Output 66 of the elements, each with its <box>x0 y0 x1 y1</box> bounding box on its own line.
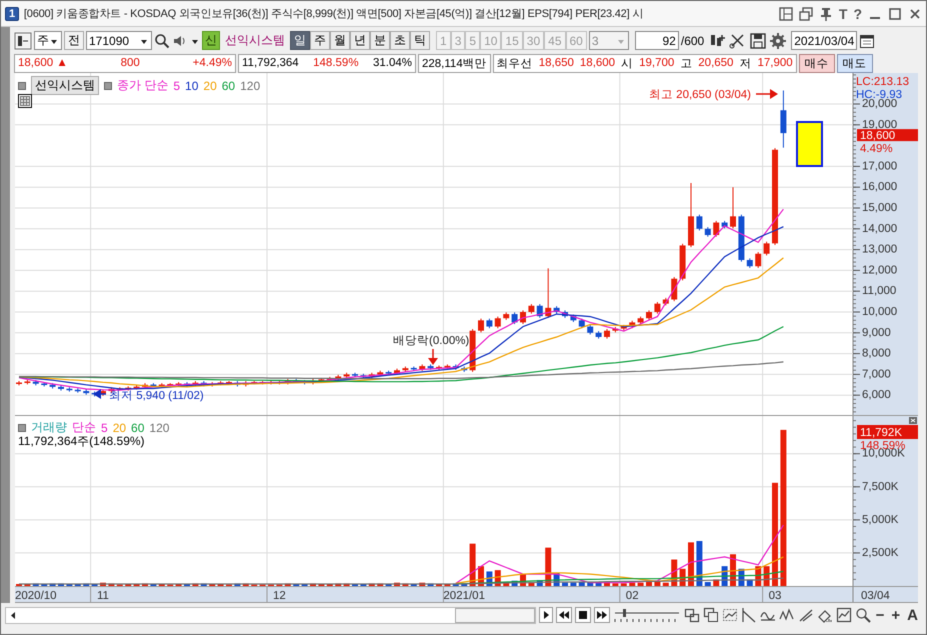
date-label: 11 <box>97 590 109 602</box>
axis-label: 15,000 <box>862 202 898 214</box>
axis-label: 7,500K <box>862 480 898 493</box>
date-label: 2020/10 <box>15 590 57 602</box>
quote-value: 최우선 <box>496 56 533 70</box>
axis-label: 2,500K <box>862 546 898 559</box>
volume-tag: 11,792K <box>857 425 918 439</box>
date-label: 2021/01 <box>443 590 485 602</box>
lc-label: LC:213.13 <box>856 76 910 88</box>
quote-value: 11,792,364 <box>242 57 299 69</box>
count-max: /600 <box>680 34 704 48</box>
quote-value: 시 <box>621 56 634 70</box>
ma-period-label: 120 <box>149 420 170 434</box>
ma-period-label: 10 <box>185 78 198 92</box>
quote-value: 18,650 <box>538 57 574 69</box>
axis-label: 10,000 <box>862 306 898 318</box>
ma-period-label: 120 <box>240 78 260 92</box>
quote-value: 17,900 <box>757 57 793 69</box>
quote-value: 800 <box>120 57 140 69</box>
ma-period-label: 5 <box>173 78 180 92</box>
low-price-label: 최저 5,940 (11/02) <box>109 390 204 402</box>
axis-label: 5,000K <box>862 514 898 526</box>
axis-label: 20,000 <box>862 98 898 110</box>
cursor-date: 03/04 <box>861 590 890 602</box>
dividend-label: 배당락(0.00%) <box>393 335 470 347</box>
quote-value: 고 <box>680 56 692 70</box>
axis-label: 6,000 <box>862 389 891 402</box>
quote-value: 18,600 <box>580 57 616 69</box>
axis-label: 16,000 <box>862 181 898 194</box>
axis-label: 13,000 <box>862 244 898 256</box>
quote-value: 18,600 ▲ <box>18 57 68 69</box>
quote-value: 148.59% <box>313 57 359 69</box>
change-label: 4.49% <box>860 143 893 156</box>
quote-value: 저 <box>739 56 752 70</box>
ma-source-label: 종가 단순 <box>117 77 168 94</box>
quote-value: 31.04% <box>372 57 412 69</box>
axis-label: 14,000 <box>862 222 898 235</box>
axis-label: 7,000 <box>862 368 891 380</box>
ma-method-label: 단순 <box>72 419 96 436</box>
quote-value: +4.49% <box>192 57 232 69</box>
axis-label: 11,000 <box>862 285 896 298</box>
axis-label: 9,000 <box>862 326 891 339</box>
volume-label: 거래량 <box>31 419 67 436</box>
signal-badge: 신 <box>202 31 220 50</box>
quote-value: 228,114백만 <box>422 56 487 70</box>
quote-value: 20,650 <box>698 57 734 69</box>
ma-period-label: 20 <box>112 420 126 434</box>
axis-label: 19,000 <box>862 118 898 131</box>
ma-period-label: 60 <box>131 420 144 434</box>
date-label: 03 <box>768 590 782 602</box>
ma-period-label: 60 <box>222 78 236 92</box>
price-tag: 18,600 <box>857 129 918 142</box>
high-price-label: 최고 20,650 (03/04) <box>648 89 751 101</box>
stock-name: 선익시스템 <box>224 32 286 49</box>
axis-label: 17,000 <box>862 160 898 172</box>
date-label: 12 <box>273 590 286 602</box>
ma-period-label: 5 <box>101 420 108 434</box>
axis-label: 10,000K <box>862 448 905 460</box>
date-label: 02 <box>626 590 639 602</box>
window-title: [0600] 키움종합차트 - KOSDAQ 외국인보유[36(천)] 주식수[8,999(천)] 액면[500] 자본금[45(억)] 결산[12월] EPS[794] PER[23.42] 시 <box>24 7 644 21</box>
window-number-badge: 1 <box>5 6 19 20</box>
volume-reading: 11,792,364주(148.59%) <box>18 433 145 450</box>
ma-period-label: 20 <box>203 78 217 92</box>
axis-label: 8,000 <box>862 348 891 360</box>
quote-value: 19,700 <box>639 57 674 69</box>
axis-label: 12,000 <box>862 264 898 276</box>
